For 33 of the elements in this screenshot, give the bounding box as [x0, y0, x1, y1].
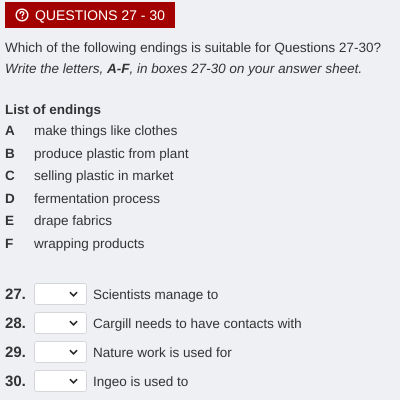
list-title: List of endings [5, 101, 102, 119]
chevron-icon [69, 349, 78, 355]
ending-text: fermentation process [34, 190, 160, 208]
question-number: 28. [5, 314, 27, 332]
help-icon [15, 8, 29, 22]
ending-text: wrapping products [34, 234, 144, 253]
answer-dropdown[interactable] [34, 283, 87, 305]
question-statement: Scientists manage to [93, 286, 218, 302]
question-number: 29. [5, 344, 27, 360]
chevron-icon [69, 291, 78, 297]
ending-text: selling plastic in market [34, 167, 174, 185]
ending-letter: F [5, 234, 14, 252]
question-statement: Cargill needs to have contacts with [93, 316, 302, 330]
answer-dropdown[interactable] [34, 312, 87, 334]
question-text: Which of the following endings is suitable for Questions 27-30? [5, 39, 382, 57]
ending-text: make things like clothes [34, 122, 178, 140]
ending-letter: D [5, 190, 16, 208]
answer-dropdown[interactable] [34, 341, 87, 363]
chevron-icon [69, 378, 78, 384]
ending-text: drape fabrics [34, 212, 112, 230]
header-title: QUESTIONS 27 - 30 [35, 7, 165, 23]
chevron-icon [69, 320, 78, 326]
ending-letter: A [5, 122, 16, 140]
ending-letter: E [5, 212, 16, 230]
ending-text: produce plastic from plant [34, 144, 189, 163]
ending-letter: C [5, 167, 16, 185]
question-number: 27. [5, 286, 27, 302]
question-statement: Ingeo is used to [93, 374, 188, 388]
instruction-text: Write the letters, A-F, in boxes 27-30 on your answer sheet. [5, 60, 364, 78]
ending-letter: B [5, 144, 16, 162]
question-number: 30. [5, 372, 27, 390]
answer-dropdown[interactable] [34, 370, 87, 392]
question-statement: Nature work is used for [93, 344, 232, 360]
